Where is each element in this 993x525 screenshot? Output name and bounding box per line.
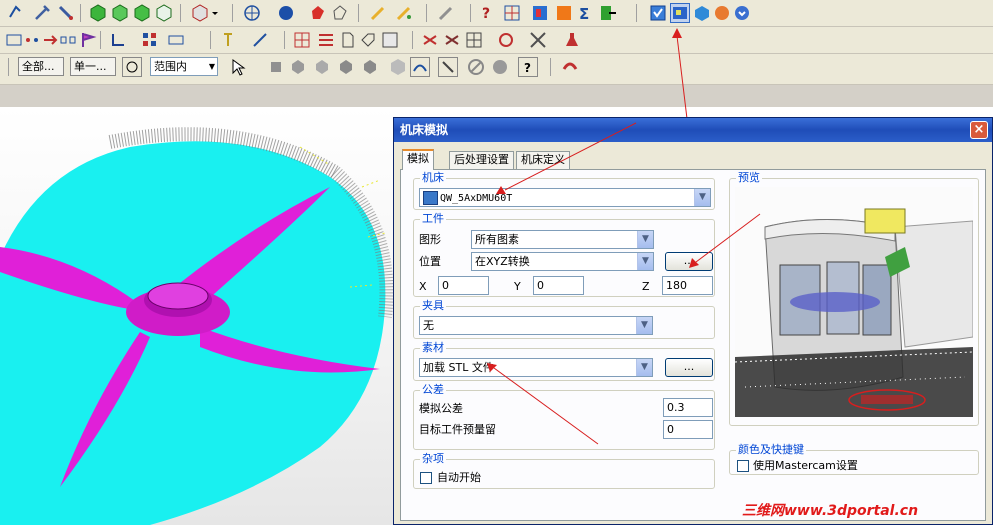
z-label: Z [642, 280, 650, 293]
colors-shortcuts-group-label: 颜色及快捷键 [736, 443, 806, 457]
machine-preview-image [735, 187, 973, 417]
target-stock-label: 目标工件预量留 [419, 423, 496, 436]
shape-select[interactable]: 所有图素 ▼ [471, 230, 654, 249]
chevron-down-icon: ▼ [637, 253, 653, 270]
workpiece-group-label: 工件 [420, 212, 446, 226]
stock-select[interactable]: 加载 STL 文件 ▼ [419, 358, 653, 377]
auto-start-label: 自动开始 [437, 471, 481, 484]
target-stock-input[interactable]: 0 [663, 420, 713, 439]
shape-select-value: 所有图素 [475, 233, 519, 246]
tolerance-group-label: 公差 [420, 383, 446, 397]
x-label: X [419, 280, 427, 293]
close-icon[interactable]: × [970, 121, 988, 139]
position-select-value: 在XYZ转换 [475, 255, 530, 268]
dialog-title: 机床模拟 [400, 123, 449, 137]
position-select[interactable]: 在XYZ转换 ▼ [471, 252, 654, 271]
machine-simulation-dialog: 机床模拟 × 模拟 后处理设置 机床定义 机床 QW_5AxDMU60T ▼ 工… [393, 117, 993, 525]
chevron-down-icon: ▼ [637, 231, 653, 248]
machine-select-value: QW_5AxDMU60T [440, 193, 513, 204]
stock-group-label: 素材 [420, 341, 446, 355]
chevron-down-icon: ▼ [636, 317, 652, 334]
machine-icon [423, 191, 438, 205]
misc-group-label: 杂项 [420, 452, 446, 466]
stock-select-value: 加载 STL 文件 [423, 361, 494, 374]
fixture-select-value: 无 [423, 319, 434, 332]
tab-machine-definition[interactable]: 机床定义 [516, 151, 570, 169]
fixture-select[interactable]: 无 ▼ [419, 316, 653, 335]
y-input[interactable]: 0 [533, 276, 584, 295]
sim-tolerance-input[interactable]: 0.3 [663, 398, 713, 417]
sim-tolerance-label: 模拟公差 [419, 402, 463, 415]
auto-start-checkbox[interactable] [420, 472, 432, 484]
dialog-titlebar[interactable]: 机床模拟 [394, 118, 992, 142]
use-mastercam-label: 使用Mastercam设置 [753, 459, 858, 472]
chevron-down-icon: ▼ [694, 189, 710, 206]
use-mastercam-checkbox[interactable] [737, 460, 749, 472]
tab-simulate[interactable]: 模拟 [402, 149, 434, 170]
machine-group-label: 机床 [420, 171, 446, 185]
preview-group-label: 预览 [736, 171, 762, 185]
z-input[interactable]: 180 [662, 276, 713, 295]
position-label: 位置 [419, 255, 441, 268]
simulate-tab-panel: 机床 QW_5AxDMU60T ▼ 工件 图形 所有图素 ▼ 位置 在XYZ转换… [400, 169, 986, 521]
position-browse-button[interactable]: ... [665, 252, 713, 271]
chevron-down-icon: ▼ [636, 359, 652, 376]
x-input[interactable]: 0 [438, 276, 489, 295]
y-label: Y [514, 280, 521, 293]
watermark: 三维网www.3dportal.cn [742, 503, 919, 519]
shape-label: 图形 [419, 233, 441, 246]
stock-browse-button[interactable]: ... [665, 358, 713, 377]
tab-post-settings[interactable]: 后处理设置 [449, 151, 514, 169]
fixture-group-label: 夹具 [420, 299, 446, 313]
machine-select[interactable]: QW_5AxDMU60T ▼ [419, 188, 711, 207]
